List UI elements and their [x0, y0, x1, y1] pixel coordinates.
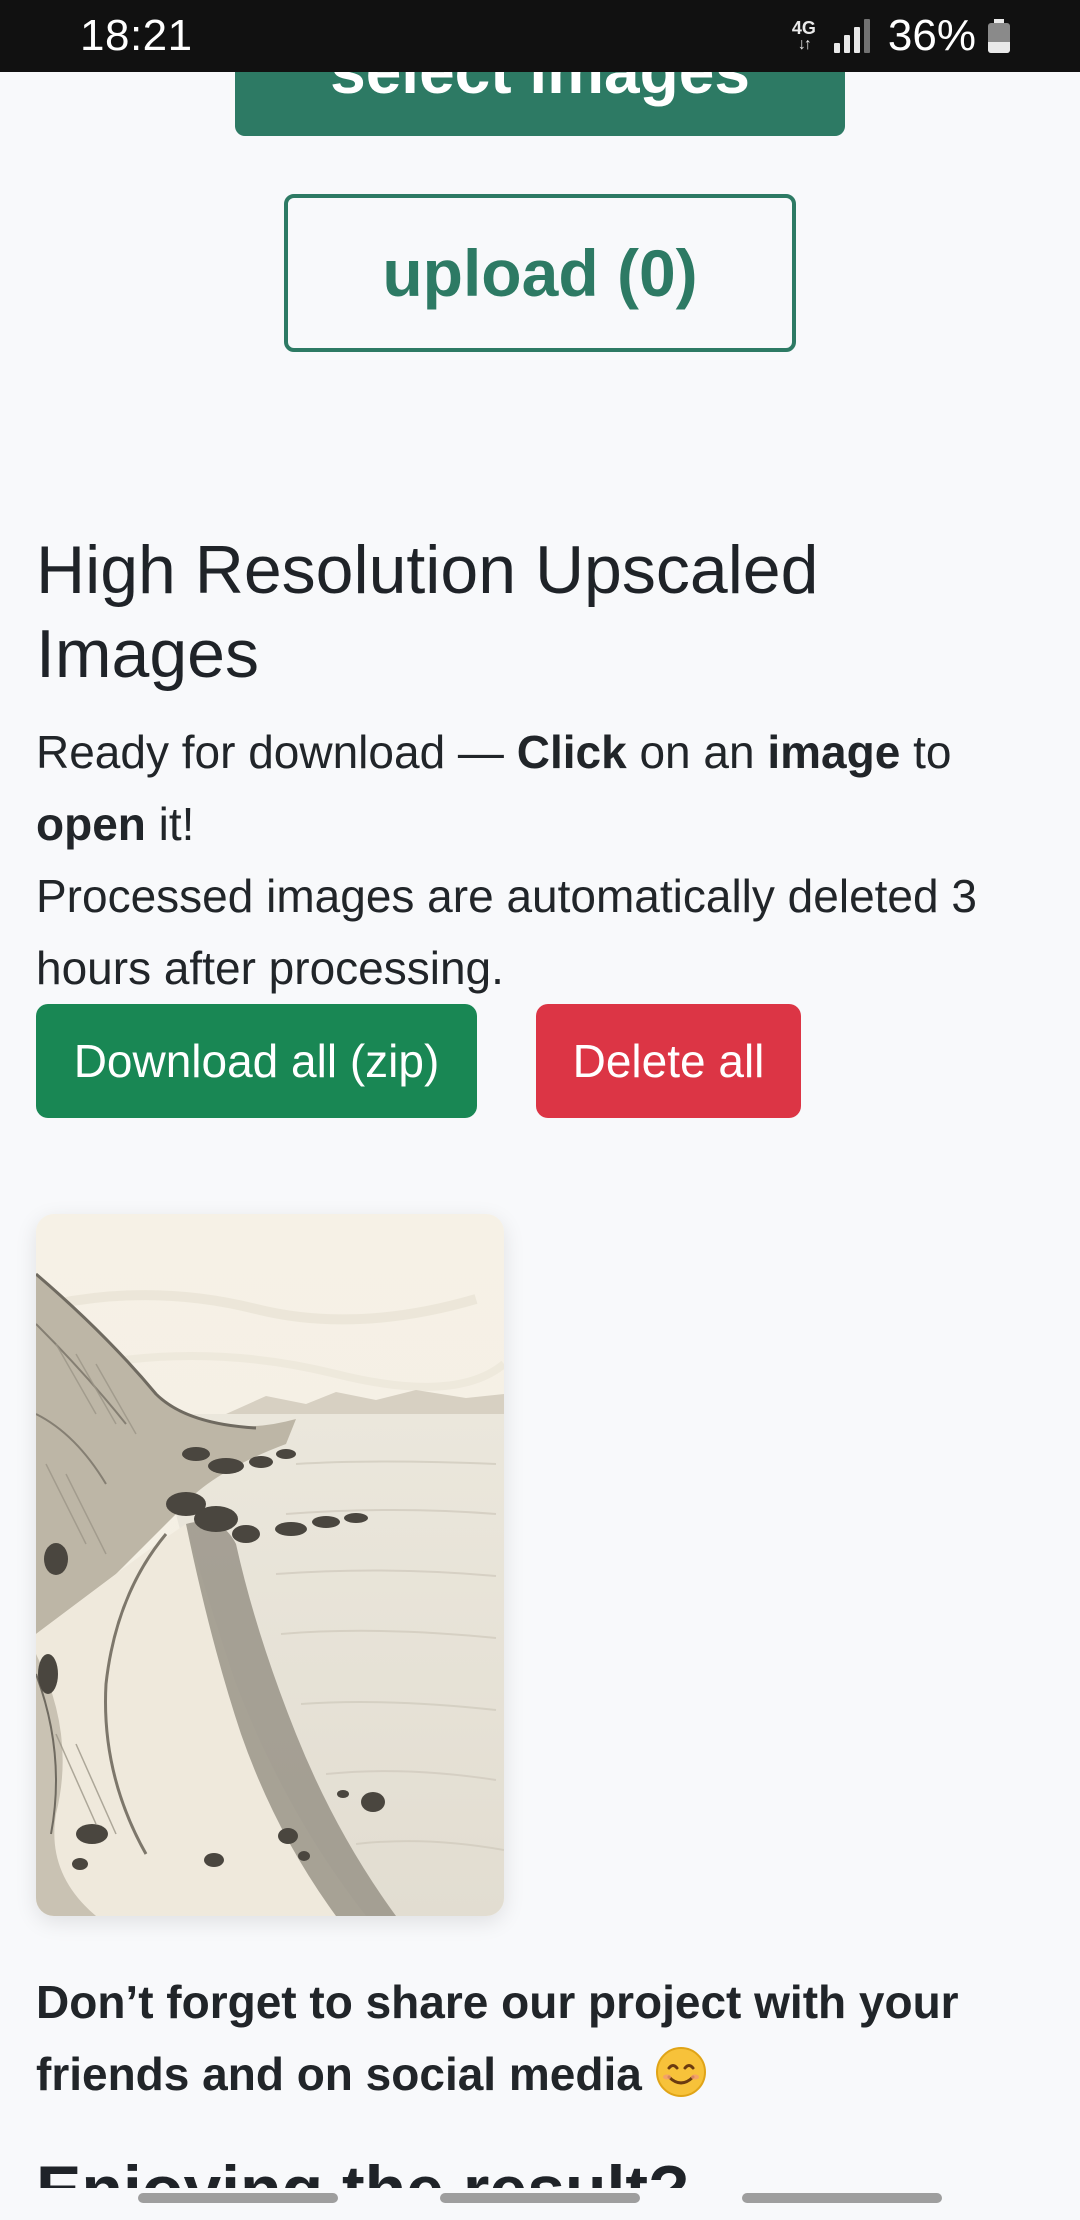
download-all-button[interactable]: Download all (zip)	[36, 1004, 477, 1118]
delete-all-label: Delete all	[572, 1035, 765, 1087]
ready-bold-open: open	[36, 798, 146, 850]
share-note-text: Don’t forget to share our project with y…	[36, 1976, 959, 2100]
ready-text-4: it!	[145, 798, 195, 850]
ready-bold-image: image	[767, 726, 901, 778]
delete-all-button[interactable]: Delete all	[536, 1004, 801, 1118]
ready-bold-click: Click	[516, 726, 627, 778]
status-time: 18:21	[80, 11, 193, 60]
upload-button[interactable]: upload (0)	[284, 194, 796, 352]
network-arrows: ↓↑	[797, 36, 812, 53]
ready-text-2: on an	[626, 726, 768, 778]
status-icons: 4G ↓↑ 36%	[792, 11, 1010, 61]
beach-sketch-image	[36, 1214, 504, 1916]
network-4g-icon: 4G ↓↑	[792, 19, 816, 53]
status-bar: 18:21 4G ↓↑ 36%	[0, 0, 1080, 72]
share-note: Don’t forget to share our project with y…	[36, 1966, 1046, 2110]
nav-home-button[interactable]	[440, 2193, 640, 2203]
network-label: 4G	[791, 18, 816, 38]
page: 18:21 4G ↓↑ 36% select images upload (0)	[0, 0, 1080, 2220]
upload-label: upload (0)	[382, 236, 698, 310]
battery-icon	[988, 19, 1010, 53]
ready-text-1: Ready for download —	[36, 726, 517, 778]
nav-back-button[interactable]	[742, 2193, 942, 2203]
results-title: High Resolution Upscaled Images	[36, 532, 819, 692]
download-all-label: Download all (zip)	[73, 1035, 440, 1087]
system-nav-bar	[0, 2176, 1080, 2220]
upscaled-image-thumbnail[interactable]	[36, 1214, 504, 1916]
auto-delete-note: Processed images are automatically delet…	[36, 870, 977, 994]
ready-instructions: Ready for download — Click on an image t…	[36, 716, 1046, 860]
battery-percent: 36%	[887, 11, 976, 60]
ready-text-3: to	[900, 726, 952, 778]
nav-recent-apps-button[interactable]	[138, 2193, 338, 2203]
signal-icon	[833, 19, 870, 53]
smiling-face-icon	[655, 2046, 707, 2098]
